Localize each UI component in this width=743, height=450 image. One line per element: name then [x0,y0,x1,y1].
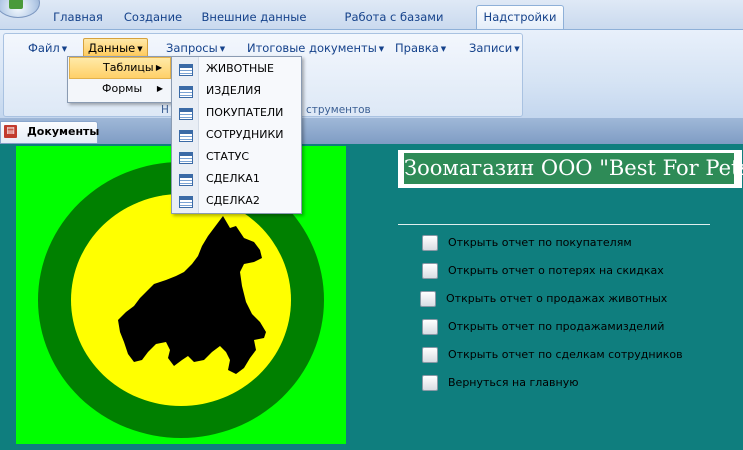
menu-item-table-deal1[interactable]: СДЕЛКА1 [172,168,301,190]
menu-records[interactable]: Записи ▼ [465,39,524,57]
divider [398,224,710,225]
report-label: Открыть отчет по продажамизделий [448,320,665,333]
menu-summary-documents[interactable]: Итоговые документы ▼ [243,39,388,57]
office-logo-icon [9,0,23,9]
document-tab-strip: ▤ Документы [0,118,743,144]
table-icon [179,130,193,142]
checkbox[interactable] [422,375,438,391]
checkbox[interactable] [422,235,438,251]
table-icon [179,108,193,120]
report-label: Открыть отчет о потерях на скидках [448,264,664,277]
table-icon [179,64,193,76]
chevron-down-icon: ▼ [440,44,447,53]
tab-external-data[interactable]: Внешние данные [198,7,310,27]
menu-queries[interactable]: Запросы ▼ [162,39,229,57]
menu-item-table-status[interactable]: СТАТУС [172,146,301,168]
report-label: Открыть отчет по сделкам сотрудников [448,348,683,361]
table-icon [179,152,193,164]
tab-create[interactable]: Создание [120,7,186,27]
chevron-down-icon: ▼ [61,44,68,53]
tab-home[interactable]: Главная [48,7,108,27]
table-icon [179,196,193,208]
menu-item-table-deal2[interactable]: СДЕЛКА2 [172,190,301,212]
menu-item-table-employees[interactable]: СОТРУДНИКИ [172,124,301,146]
form-icon: ▤ [4,125,17,138]
checkbox[interactable] [422,347,438,363]
chevron-down-icon: ▼ [514,44,520,53]
report-label: Вернуться на главную [448,376,579,389]
tab-documents[interactable]: ▤ Документы [0,121,100,143]
table-icon [179,174,193,186]
chevron-right-icon: ▶ [156,84,163,93]
page-title: Зоомагазин ООО "Best For Pets" [404,153,743,184]
report-label: Открыть отчет по покупателям [448,236,632,249]
menu-item-forms[interactable]: Формы ▶ [69,79,171,99]
title-frame: Зоомагазин ООО "Best For Pets" [398,150,743,188]
document-tab-label: Документы [27,125,100,138]
checkbox[interactable] [422,319,438,335]
table-icon [179,86,193,98]
menu-item-table-customers[interactable]: ПОКУПАТЕЛИ [172,102,301,124]
tables-submenu: ЖИВОТНЫЕ ИЗДЕЛИЯ ПОКУПАТЕЛИ СОТРУДНИКИ С… [171,56,302,214]
menu-item-tables[interactable]: Таблицы ▶ [69,57,171,79]
menu-edit[interactable]: Правка ▼ [391,39,450,57]
menu-file[interactable]: Файл ▼ [24,39,71,57]
checkbox[interactable] [422,263,438,279]
office-button[interactable] [0,0,40,18]
menu-item-table-animals[interactable]: ЖИВОТНЫЕ [172,58,301,80]
data-dropdown-menu: Таблицы ▶ Формы ▶ [67,56,173,103]
menu-item-table-products[interactable]: ИЗДЕЛИЯ [172,80,301,102]
chevron-down-icon: ▼ [137,44,143,53]
report-label: Открыть отчет о продажах животных [446,292,668,305]
ribbon-tab-bar: Главная Создание Внешние данные Работа с… [0,0,743,44]
tab-database-tools[interactable]: Работа с базами данных [320,7,468,44]
tab-addins[interactable]: Надстройки [476,5,564,29]
chevron-down-icon: ▼ [378,44,385,53]
chevron-down-icon: ▼ [219,44,226,53]
menu-data[interactable]: Данные ▼ [83,38,148,58]
checkbox[interactable] [420,291,436,307]
chevron-right-icon: ▶ [155,63,162,72]
